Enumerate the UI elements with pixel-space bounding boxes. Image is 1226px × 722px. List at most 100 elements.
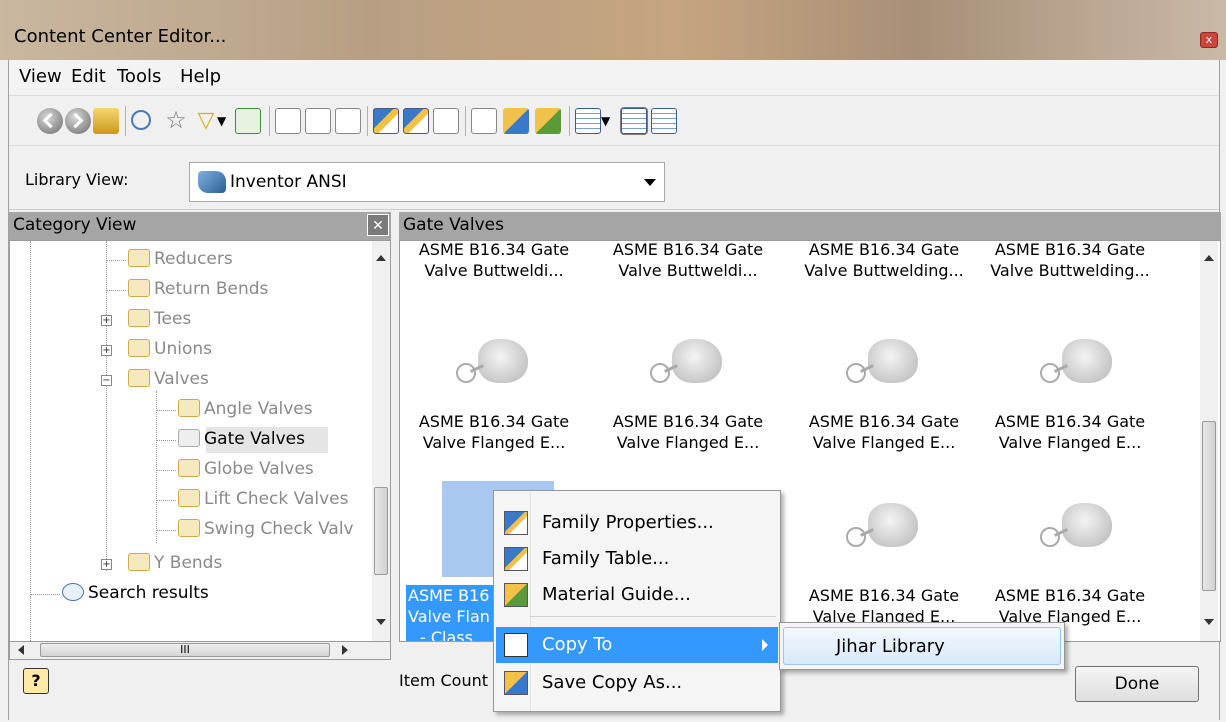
scroll-down-icon[interactable] (1204, 619, 1214, 625)
selected-family-item[interactable]: ASME B16 Valve Flan - Class (406, 585, 498, 641)
list-view-icon[interactable] (651, 108, 677, 134)
back-icon[interactable] (37, 108, 63, 134)
tree-line (156, 440, 176, 441)
tree-item-globe-valves[interactable]: Globe Valves (178, 459, 314, 479)
new-family-icon[interactable] (275, 108, 301, 134)
return-bend-icon (128, 279, 150, 297)
expand-y-bends-icon[interactable]: + (101, 559, 112, 570)
menu-item-copy-to[interactable]: Copy To (496, 627, 778, 663)
gate-valve-thumbnail[interactable] (646, 333, 736, 397)
menu-item-family-table[interactable]: Family Table... (496, 541, 778, 577)
views-dropdown-arrow-icon[interactable]: ▼ (601, 108, 615, 134)
menu-item-family-properties[interactable]: Family Properties... (496, 505, 778, 541)
save-copy-as-icon (504, 671, 528, 695)
family-table-icon[interactable] (403, 108, 429, 134)
tree-line (30, 594, 60, 595)
scroll-left-icon[interactable] (18, 645, 24, 655)
tree-line (106, 260, 126, 261)
category-view-header: Category View ✕ (9, 212, 391, 240)
family-item[interactable]: ASME B16.34 Gate Valve Flanged E... (404, 411, 584, 453)
family-properties-icon[interactable] (373, 108, 399, 134)
tree-item-reducers[interactable]: Reducers (128, 249, 233, 269)
favorites-star-icon[interactable]: ☆ (163, 108, 189, 134)
toolbar: ☆ ▽ ▼ ▼ (9, 98, 1219, 146)
tree-item-valves[interactable]: Valves (128, 369, 209, 389)
family-item[interactable]: ASME B16.34 Gate Valve Flanged E... (794, 585, 974, 627)
filter-icon[interactable]: ▽ (193, 108, 219, 134)
close-button[interactable]: x (1200, 32, 1218, 48)
category-view-title: Category View (13, 215, 137, 235)
menu-edit[interactable]: Edit (71, 66, 106, 87)
horizontal-scroll-thumb[interactable]: III (40, 643, 330, 657)
views-icon[interactable] (575, 108, 601, 134)
gate-valve-thumbnail[interactable] (1036, 333, 1126, 397)
expand-tees-icon[interactable]: + (101, 315, 112, 326)
tree-item-unions[interactable]: Unions (128, 339, 212, 359)
scroll-thumb[interactable] (1202, 421, 1216, 591)
gate-valve-thumbnail[interactable] (452, 333, 542, 397)
tree-item-y-bends[interactable]: Y Bends (128, 553, 222, 573)
toolbar-separator (125, 106, 126, 136)
family-table-icon (504, 547, 528, 571)
scroll-right-icon[interactable] (342, 645, 348, 655)
family-item[interactable]: ASME B16.34 Gate Valve Buttweldi... (404, 241, 584, 281)
window-title: Content Center Editor... (14, 26, 227, 47)
expand-unions-icon[interactable]: + (101, 345, 112, 356)
help-button[interactable]: ? (23, 668, 49, 694)
gate-valve-thumbnail[interactable] (842, 497, 932, 561)
menu-item-jihar-library[interactable]: Jihar Library (783, 627, 1061, 665)
menu-item-save-copy-as[interactable]: Save Copy As... (496, 665, 778, 701)
search-icon[interactable] (131, 110, 151, 130)
tree-item-search-results[interactable]: Search results (62, 583, 209, 603)
up-folder-icon[interactable] (93, 108, 119, 134)
edit-family-icon[interactable] (305, 108, 331, 134)
gate-valve-thumbnail[interactable] (842, 333, 932, 397)
family-item[interactable]: ASME B16.34 Gate Valve Flanged E... (980, 585, 1160, 627)
family-item[interactable]: ASME B16.34 Gate Valve Buttwelding... (980, 241, 1160, 281)
globe-valve-icon (178, 459, 200, 477)
grid-vertical-scrollbar[interactable] (1200, 241, 1218, 641)
family-item[interactable]: ASME B16.34 Gate Valve Flanged E... (794, 411, 974, 453)
table-view-icon[interactable] (433, 108, 459, 134)
filter-dropdown-arrow-icon[interactable]: ▼ (217, 108, 231, 134)
forward-icon[interactable] (65, 108, 91, 134)
tree-horizontal-scrollbar[interactable]: III (9, 642, 391, 660)
family-item[interactable]: ASME B16.34 Gate Valve Buttwelding... (794, 241, 974, 281)
collapse-valves-icon[interactable]: − (101, 375, 112, 386)
done-button[interactable]: Done (1075, 666, 1199, 702)
tree-vertical-scrollbar[interactable] (372, 241, 390, 641)
family-item[interactable]: ASME B16.34 Gate Valve Flanged E... (598, 411, 778, 453)
menu-view[interactable]: View (19, 66, 62, 87)
library-view-select[interactable]: Inventor ANSI (189, 162, 665, 202)
gate-valves-title: Gate Valves (403, 215, 504, 235)
scroll-thumb[interactable] (374, 487, 388, 575)
chevron-down-icon[interactable] (644, 179, 656, 186)
scroll-up-icon[interactable] (376, 255, 386, 261)
family-item[interactable]: ASME B16.34 Gate Valve Buttweldi... (598, 241, 778, 281)
material-guide-icon[interactable] (535, 108, 561, 134)
thumbnail-view-icon[interactable] (620, 107, 648, 135)
title-bar: Content Center Editor... x (0, 0, 1226, 60)
menu-tools[interactable]: Tools (117, 66, 161, 87)
menu-help[interactable]: Help (180, 66, 221, 87)
tree-item-tees[interactable]: Tees (128, 309, 191, 329)
save-copy-as-icon[interactable] (503, 108, 529, 134)
gate-valves-header: Gate Valves (399, 212, 1221, 240)
tree-item-angle-valves[interactable]: Angle Valves (178, 399, 313, 419)
menu-item-material-guide[interactable]: Material Guide... (496, 577, 778, 613)
refresh-icon[interactable] (235, 108, 261, 134)
close-category-view-icon[interactable]: ✕ (367, 214, 389, 236)
scroll-down-icon[interactable] (376, 619, 386, 625)
tree-item-gate-valves[interactable]: Gate Valves (178, 429, 305, 449)
scroll-up-icon[interactable] (1204, 255, 1214, 261)
material-guide-icon (504, 583, 528, 607)
gate-valve-thumbnail[interactable] (1036, 497, 1126, 561)
lift-check-valve-icon (178, 489, 200, 507)
tree-item-lift-check-valves[interactable]: Lift Check Valves (178, 489, 348, 509)
tree-item-return-bends[interactable]: Return Bends (128, 279, 268, 299)
context-menu: Family Properties... Family Table... Mat… (493, 490, 781, 712)
copy-to-icon[interactable] (471, 108, 497, 134)
family-item[interactable]: ASME B16.34 Gate Valve Flanged E... (980, 411, 1160, 453)
delete-family-icon[interactable] (335, 108, 361, 134)
tree-item-swing-check-valves[interactable]: Swing Check Valv (178, 519, 354, 539)
